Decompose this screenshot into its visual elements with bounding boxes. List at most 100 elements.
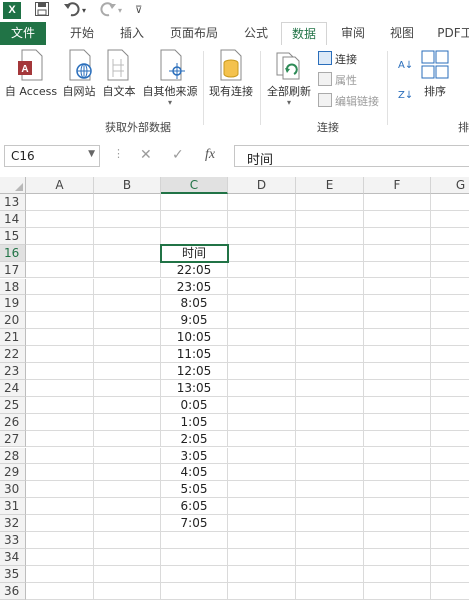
cell-f16[interactable] — [364, 244, 431, 262]
cell-c21[interactable]: 10:05 — [161, 329, 228, 347]
cell-a32[interactable] — [26, 515, 94, 532]
existing-connections-button[interactable]: 现有连接 — [206, 49, 256, 99]
cell-e33[interactable] — [296, 532, 364, 549]
cell-a23[interactable] — [26, 363, 94, 380]
cell-d32[interactable] — [228, 515, 296, 532]
cell-d34[interactable] — [228, 548, 296, 566]
save-icon[interactable] — [34, 1, 50, 21]
cell-a36[interactable] — [26, 582, 94, 600]
cell-g36[interactable] — [431, 583, 469, 600]
column-header-g[interactable]: G — [431, 177, 469, 194]
cell-f31[interactable] — [364, 498, 431, 516]
cell-a20[interactable] — [26, 312, 94, 330]
cell-f24[interactable] — [364, 379, 431, 397]
cell-b14[interactable] — [94, 210, 161, 228]
cell-e14[interactable] — [296, 210, 364, 228]
cell-e20[interactable] — [296, 312, 364, 330]
cell-c23[interactable]: 12:05 — [161, 363, 228, 380]
cell-g34[interactable] — [431, 549, 469, 566]
cell-e21[interactable] — [296, 329, 364, 347]
sort-button[interactable]: 排序 — [418, 49, 452, 99]
cell-f18[interactable] — [364, 278, 431, 296]
cell-f36[interactable] — [364, 582, 431, 600]
cell-b18[interactable] — [94, 278, 161, 296]
cell-a21[interactable] — [26, 329, 94, 347]
cell-e25[interactable] — [296, 396, 364, 414]
cell-d35[interactable] — [228, 565, 296, 583]
cell-f19[interactable] — [364, 295, 431, 313]
cell-b27[interactable] — [94, 430, 161, 448]
cell-a13[interactable] — [26, 194, 94, 211]
cell-c32[interactable]: 7:05 — [161, 515, 228, 532]
cell-e19[interactable] — [296, 295, 364, 313]
cell-a30[interactable] — [26, 481, 94, 499]
undo-dropdown-icon[interactable]: ▾ — [82, 1, 86, 21]
cell-a15[interactable] — [26, 227, 94, 245]
cell-g29[interactable] — [431, 464, 469, 482]
row-header[interactable]: 27 — [0, 430, 26, 448]
cell-g13[interactable] — [431, 194, 469, 211]
cell-d23[interactable] — [228, 363, 296, 380]
row-header[interactable]: 17 — [0, 261, 26, 279]
cell-e13[interactable] — [296, 194, 364, 211]
cell-b31[interactable] — [94, 498, 161, 516]
cell-d13[interactable] — [228, 194, 296, 211]
row-header[interactable]: 31 — [0, 498, 26, 516]
cell-a14[interactable] — [26, 210, 94, 228]
cell-b36[interactable] — [94, 582, 161, 600]
tab-home[interactable]: 开始 — [60, 22, 104, 45]
cell-d24[interactable] — [228, 379, 296, 397]
cell-c27[interactable]: 2:05 — [161, 430, 228, 448]
row-header[interactable]: 30 — [0, 481, 26, 499]
row-header[interactable]: 24 — [0, 379, 26, 397]
cell-c13[interactable] — [161, 194, 228, 211]
tab-file[interactable]: 文件 — [0, 22, 46, 45]
cell-d19[interactable] — [228, 295, 296, 313]
cell-d15[interactable] — [228, 227, 296, 245]
column-header-e[interactable]: E — [296, 177, 364, 194]
cell-c15[interactable] — [161, 227, 228, 245]
tab-insert[interactable]: 插入 — [110, 22, 154, 45]
cell-f23[interactable] — [364, 363, 431, 380]
row-header[interactable]: 36 — [0, 582, 26, 600]
tab-formulas[interactable]: 公式 — [234, 22, 278, 45]
row-header[interactable]: 34 — [0, 548, 26, 566]
cell-c16[interactable]: 时间 — [160, 243, 229, 263]
cell-c30[interactable]: 5:05 — [161, 481, 228, 499]
row-header[interactable]: 28 — [0, 447, 26, 465]
tab-view[interactable]: 视图 — [380, 22, 424, 45]
cell-f20[interactable] — [364, 312, 431, 330]
cell-a17[interactable] — [26, 261, 94, 279]
formula-bar-options-icon[interactable]: ⋮ — [113, 147, 124, 160]
column-header-f[interactable]: F — [364, 177, 431, 194]
cell-b32[interactable] — [94, 515, 161, 532]
cell-a25[interactable] — [26, 396, 94, 414]
cell-e28[interactable] — [296, 447, 364, 465]
cell-b19[interactable] — [94, 295, 161, 313]
cell-e15[interactable] — [296, 227, 364, 245]
cell-g23[interactable] — [431, 363, 469, 380]
cell-g17[interactable] — [431, 262, 469, 279]
tab-review[interactable]: 审阅 — [331, 22, 375, 45]
cell-g26[interactable] — [431, 414, 469, 431]
column-header-a[interactable]: A — [26, 177, 94, 194]
cell-b23[interactable] — [94, 363, 161, 380]
cell-a19[interactable] — [26, 295, 94, 313]
cell-f29[interactable] — [364, 464, 431, 482]
cell-g32[interactable] — [431, 515, 469, 532]
cell-f34[interactable] — [364, 548, 431, 566]
cell-d21[interactable] — [228, 329, 296, 347]
row-header[interactable]: 21 — [0, 329, 26, 347]
cell-c29[interactable]: 4:05 — [161, 464, 228, 482]
cell-b35[interactable] — [94, 565, 161, 583]
cell-f21[interactable] — [364, 329, 431, 347]
cell-d27[interactable] — [228, 430, 296, 448]
cell-a16[interactable] — [26, 244, 94, 262]
cell-d22[interactable] — [228, 346, 296, 363]
cancel-icon[interactable]: ✕ — [140, 147, 152, 163]
cell-g24[interactable] — [431, 380, 469, 397]
cell-g25[interactable] — [431, 397, 469, 414]
cell-f13[interactable] — [364, 194, 431, 211]
cell-a22[interactable] — [26, 346, 94, 363]
cell-c28[interactable]: 3:05 — [161, 447, 228, 465]
